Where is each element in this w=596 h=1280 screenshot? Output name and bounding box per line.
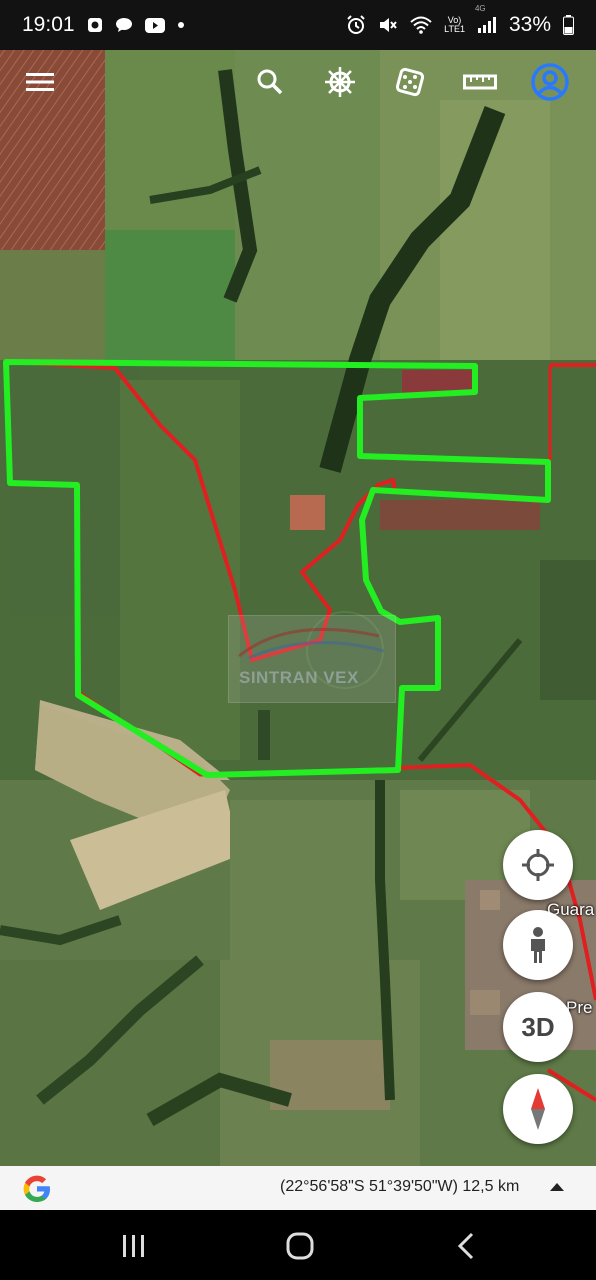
coordinates-bar: (22°56'58"S 51°39'50"W) 12,5 km bbox=[0, 1166, 596, 1210]
feeling-lucky-button[interactable] bbox=[386, 58, 434, 106]
3d-toggle-button[interactable]: 3D bbox=[503, 992, 573, 1062]
watermark-text: SINTRAN VEX bbox=[239, 668, 359, 687]
recents-button[interactable] bbox=[104, 1226, 164, 1266]
home-icon bbox=[286, 1232, 314, 1260]
back-icon bbox=[457, 1232, 474, 1260]
my-location-button[interactable] bbox=[503, 830, 573, 900]
menu-icon bbox=[26, 73, 54, 91]
expand-info-button[interactable] bbox=[546, 1176, 568, 1198]
pegman-icon bbox=[531, 927, 545, 963]
status-bar: 19:01 Vo) LTE1 4G 33% bbox=[0, 0, 596, 50]
alarm-icon bbox=[346, 15, 366, 35]
crosshair-icon bbox=[522, 849, 554, 881]
system-navigation-bar bbox=[0, 1210, 596, 1280]
status-time: 19:01 bbox=[22, 13, 75, 36]
menu-button[interactable] bbox=[16, 58, 64, 106]
dot-icon bbox=[177, 21, 185, 29]
recents-icon bbox=[123, 1235, 144, 1257]
watermark-logo bbox=[238, 627, 385, 660]
satellite-map[interactable]: SINTRAN VEX Guara Pre bbox=[0, 50, 596, 1166]
ruler-icon bbox=[463, 74, 497, 90]
wifi-icon bbox=[410, 16, 432, 34]
3d-label: 3D bbox=[521, 1011, 555, 1042]
home-button[interactable] bbox=[270, 1226, 330, 1266]
compass-button[interactable] bbox=[503, 1074, 573, 1144]
account-icon bbox=[531, 63, 569, 101]
back-button[interactable] bbox=[436, 1226, 496, 1266]
compass-icon bbox=[531, 1088, 545, 1130]
google-logo-icon bbox=[23, 1175, 50, 1202]
battery-icon bbox=[563, 15, 574, 35]
signal-icon: 4G bbox=[475, 4, 497, 34]
top-toolbar bbox=[0, 50, 596, 114]
watermark: SINTRAN VEX bbox=[228, 615, 396, 703]
caret-up-icon bbox=[550, 1183, 564, 1191]
mute-icon bbox=[378, 15, 398, 35]
volte-icon: Vo) LTE1 bbox=[444, 15, 465, 34]
voyager-wheel-icon bbox=[325, 67, 355, 97]
coordinates-scale-text: (22°56'58"S 51°39'50"W) 12,5 km bbox=[280, 1178, 520, 1195]
account-button[interactable] bbox=[526, 58, 574, 106]
voyager-button[interactable] bbox=[316, 58, 364, 106]
street-view-button[interactable] bbox=[503, 910, 573, 980]
search-button[interactable] bbox=[246, 58, 294, 106]
youtube-icon bbox=[144, 17, 165, 33]
search-icon bbox=[257, 69, 283, 95]
satellite-imagery bbox=[0, 50, 596, 1166]
measure-button[interactable] bbox=[456, 58, 504, 106]
screen-record-icon bbox=[87, 17, 103, 33]
battery-percentage: 33% bbox=[508, 13, 551, 36]
dice-icon bbox=[395, 67, 425, 97]
chat-bubble-icon bbox=[115, 17, 133, 33]
